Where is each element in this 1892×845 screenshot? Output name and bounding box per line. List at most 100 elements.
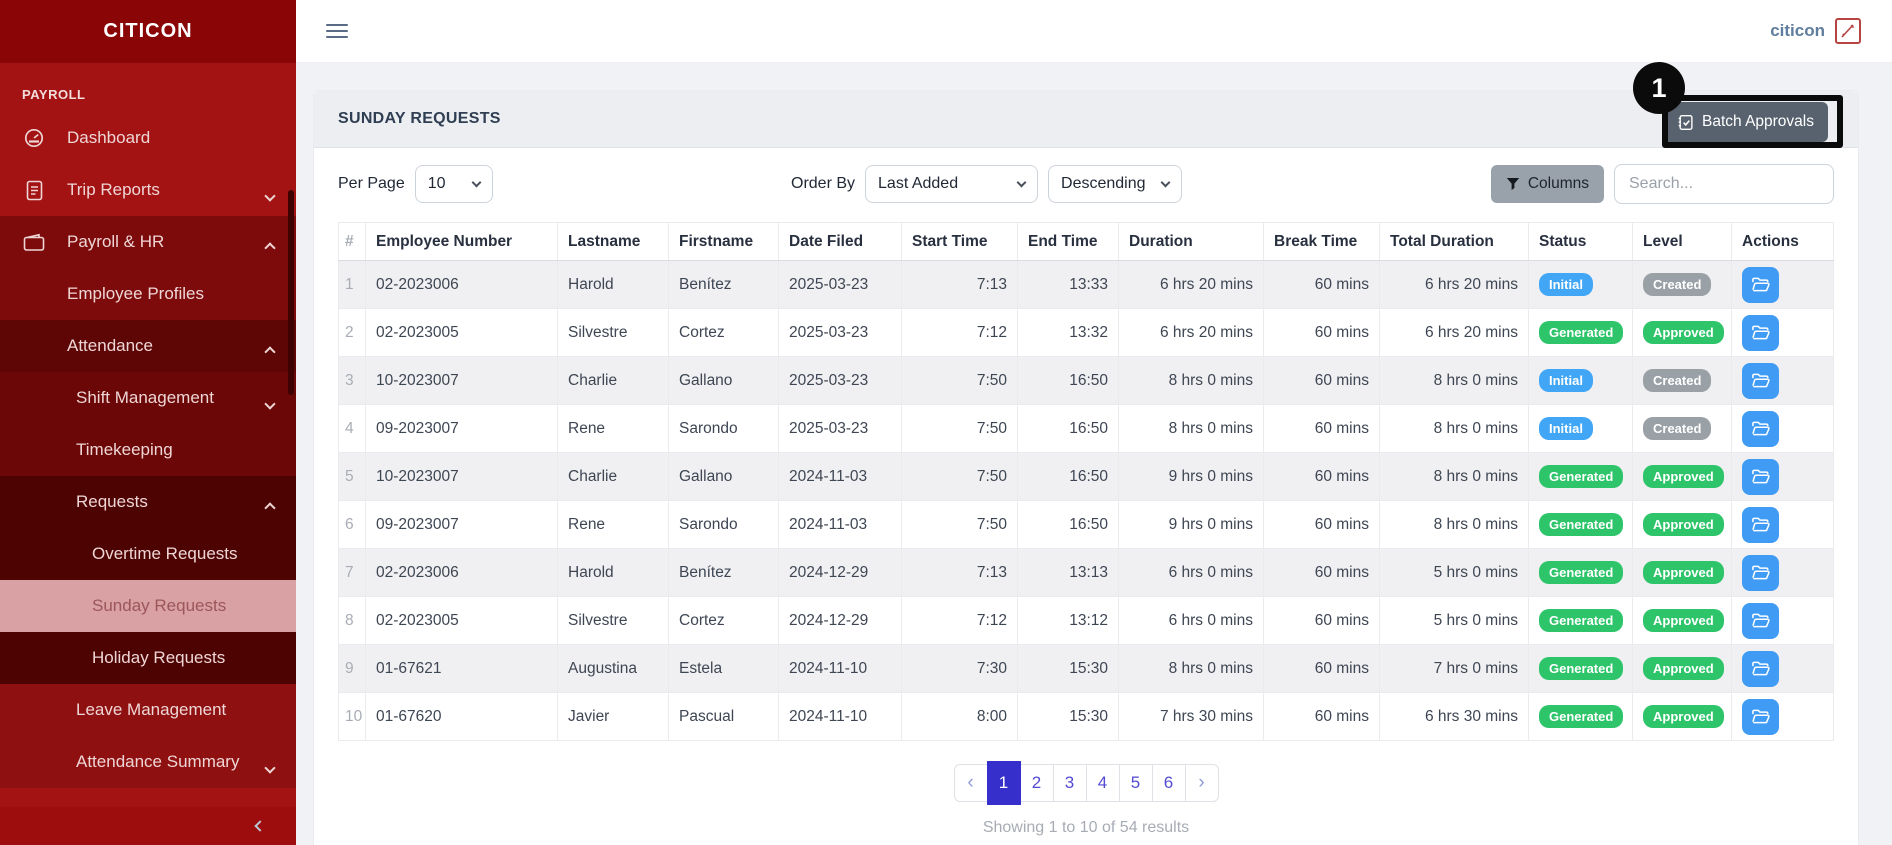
pagination-prev-button[interactable]: ‹ [954, 764, 988, 802]
sidebar-item-attendance-summary[interactable]: Attendance Summary [0, 736, 296, 788]
cell-actions [1732, 597, 1834, 645]
sidebar-section-label: PAYROLL [0, 63, 296, 112]
hamburger-menu-icon[interactable] [326, 20, 348, 42]
cell-date-filed: 2025-03-23 [779, 405, 902, 453]
pagination-page-3[interactable]: 3 [1053, 764, 1087, 802]
sidebar-item-label: Timekeeping [76, 440, 173, 460]
cell-duration: 6 hrs 20 mins [1119, 261, 1264, 309]
cell-employee-number: 02-2023005 [366, 309, 558, 357]
sidebar-item-attendance[interactable]: Attendance [0, 320, 296, 372]
pagination-page-2[interactable]: 2 [1020, 764, 1054, 802]
sidebar-item-payroll-hr[interactable]: Payroll & HR [0, 216, 296, 268]
main-area: citicon SUNDAY REQUESTS 1 [296, 0, 1892, 845]
cell-total-duration: 8 hrs 0 mins [1380, 405, 1529, 453]
cell-actions [1732, 549, 1834, 597]
sidebar-item-trip-reports[interactable]: Trip Reports [0, 164, 296, 216]
cell-status: Initial [1529, 261, 1633, 309]
column-header: Actions [1732, 223, 1834, 261]
sidebar-item-employee-profiles[interactable]: Employee Profiles [0, 268, 296, 320]
table-row: 1001-67620JavierPascual2024-11-108:0015:… [339, 693, 1834, 741]
batch-approvals-button[interactable]: Batch Approvals [1663, 102, 1828, 142]
pagination-page-5[interactable]: 5 [1119, 764, 1153, 802]
column-header: Total Duration [1380, 223, 1529, 261]
order-by-value: Last Added [878, 175, 958, 193]
cell-level: Approved [1633, 501, 1732, 549]
cell-total-duration: 8 hrs 0 mins [1380, 453, 1529, 501]
sidebar-item-timekeeping[interactable]: Timekeeping [0, 424, 296, 476]
pagination-page-1[interactable]: 1 [987, 761, 1021, 805]
cell-break-time: 60 mins [1264, 645, 1380, 693]
column-header: # [339, 223, 366, 261]
open-request-button[interactable] [1742, 411, 1779, 447]
cell-duration: 8 hrs 0 mins [1119, 357, 1264, 405]
cell-employee-number: 09-2023007 [366, 501, 558, 549]
pagination-page-4[interactable]: 4 [1086, 764, 1120, 802]
chevron-down-icon [266, 185, 274, 205]
cell-break-time: 60 mins [1264, 501, 1380, 549]
open-request-button[interactable] [1742, 699, 1779, 735]
cell-idx: 2 [339, 309, 366, 357]
sidebar-collapse-bar[interactable] [0, 807, 296, 845]
table-row: 102-2023006HaroldBenítez2025-03-237:1313… [339, 261, 1834, 309]
cell-date-filed: 2024-11-03 [779, 453, 902, 501]
cell-level: Approved [1633, 549, 1732, 597]
open-request-button[interactable] [1742, 363, 1779, 399]
column-header: Duration [1119, 223, 1264, 261]
order-by-select[interactable]: Last Added [865, 165, 1038, 203]
cell-break-time: 60 mins [1264, 693, 1380, 741]
chevron-down-icon [266, 393, 274, 413]
chevron-down-icon [471, 178, 481, 188]
open-request-button[interactable] [1742, 459, 1779, 495]
per-page-select[interactable]: 10 [415, 165, 493, 203]
cell-firstname: Cortez [669, 597, 779, 645]
open-request-button[interactable] [1742, 555, 1779, 591]
cell-lastname: Javier [558, 693, 669, 741]
sidebar-item-sunday-requests[interactable]: Sunday Requests [0, 580, 296, 632]
open-request-button[interactable] [1742, 651, 1779, 687]
folder-open-icon [1751, 468, 1770, 485]
level-badge: Approved [1643, 321, 1724, 344]
topbar: citicon [296, 0, 1892, 63]
sidebar-item-holiday-requests[interactable]: Holiday Requests [0, 632, 296, 684]
topbar-user[interactable]: citicon [1770, 18, 1861, 44]
cell-total-duration: 6 hrs 20 mins [1380, 309, 1529, 357]
sidebar-item-overtime-requests[interactable]: Overtime Requests [0, 528, 296, 580]
sidebar-item-label: Leave Management [76, 700, 226, 720]
columns-button[interactable]: Columns [1491, 165, 1604, 203]
cell-date-filed: 2025-03-23 [779, 261, 902, 309]
cell-date-filed: 2024-11-10 [779, 645, 902, 693]
pagination-page-6[interactable]: 6 [1152, 764, 1186, 802]
cell-duration: 6 hrs 0 mins [1119, 549, 1264, 597]
cell-employee-number: 02-2023006 [366, 549, 558, 597]
folder-open-icon [1751, 708, 1770, 725]
sidebar-item-dashboard[interactable]: Dashboard [0, 112, 296, 164]
cell-start-time: 7:50 [902, 453, 1018, 501]
sidebar-item-shift-management[interactable]: Shift Management [0, 372, 296, 424]
status-badge: Initial [1539, 417, 1593, 440]
sidebar-item-leave-management[interactable]: Leave Management [0, 684, 296, 736]
sidebar-scrollbar[interactable] [288, 190, 294, 395]
sidebar-item-label: Employee Profiles [67, 284, 204, 304]
column-header: Level [1633, 223, 1732, 261]
open-request-button[interactable] [1742, 603, 1779, 639]
cell-idx: 4 [339, 405, 366, 453]
sidebar-item-requests[interactable]: Requests [0, 476, 296, 528]
cell-end-time: 15:30 [1018, 693, 1119, 741]
cell-start-time: 7:30 [902, 645, 1018, 693]
pagination-next-button[interactable]: › [1185, 764, 1219, 802]
open-request-button[interactable] [1742, 315, 1779, 351]
cell-end-time: 16:50 [1018, 453, 1119, 501]
open-request-button[interactable] [1742, 267, 1779, 303]
cell-status: Generated [1529, 309, 1633, 357]
cell-total-duration: 6 hrs 30 mins [1380, 693, 1529, 741]
cell-level: Approved [1633, 693, 1732, 741]
open-request-button[interactable] [1742, 507, 1779, 543]
filter-search-group: Columns [1491, 164, 1834, 204]
order-direction-select[interactable]: Descending [1048, 165, 1182, 203]
cell-status: Generated [1529, 501, 1633, 549]
table-header-row: #Employee NumberLastnameFirstnameDate Fi… [339, 223, 1834, 261]
cell-employee-number: 01-67621 [366, 645, 558, 693]
cell-date-filed: 2025-03-23 [779, 357, 902, 405]
search-input[interactable] [1614, 164, 1834, 204]
cell-lastname: Silvestre [558, 597, 669, 645]
